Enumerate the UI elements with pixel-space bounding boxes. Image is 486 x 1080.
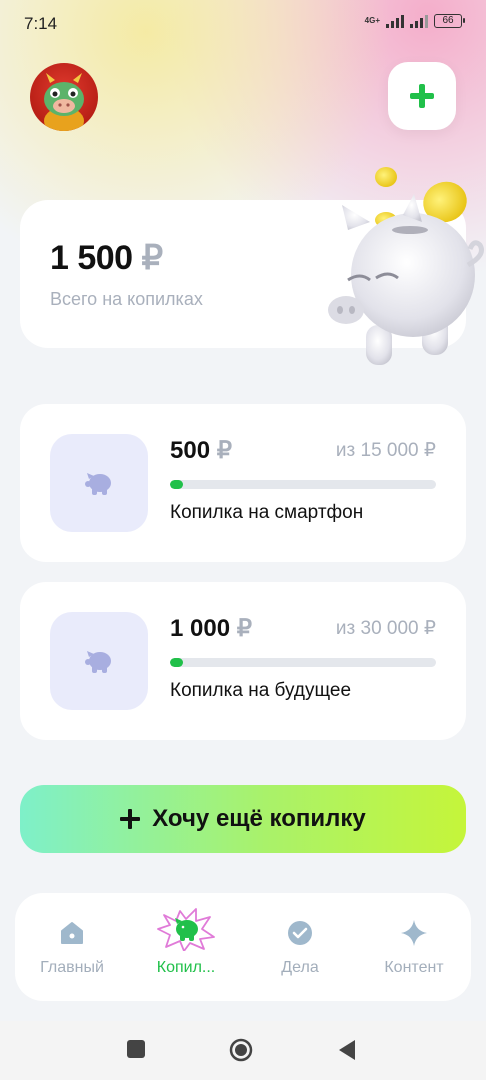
total-currency: ₽ <box>141 239 164 277</box>
signal-icon <box>386 14 404 28</box>
back-icon[interactable] <box>337 1039 357 1061</box>
status-bar: 7:14 4G+ 66 <box>0 0 486 48</box>
dragon-avatar-icon <box>44 73 84 131</box>
piggy-goal: из 15 000 ₽ <box>335 440 436 461</box>
nav-label: Главный <box>40 959 104 976</box>
recent-apps-icon[interactable] <box>126 1039 146 1059</box>
piggy-currency: ₽ <box>216 437 232 464</box>
piggy-thumbnail <box>50 612 148 710</box>
progress-fill <box>170 480 184 489</box>
cta-label: Хочу ещё копилку <box>152 805 366 832</box>
status-icons: 4G+ 66 <box>364 14 465 28</box>
signal-icon-secondary <box>410 14 428 28</box>
bottom-navigation: Главный Копил... Дела Контент <box>15 893 471 1001</box>
check-circle-icon <box>287 919 313 947</box>
piggy-bank-icon <box>85 473 111 495</box>
piggy-bank-icon <box>156 908 216 951</box>
progress-bar <box>170 658 436 667</box>
nav-label: Дела <box>281 959 319 976</box>
home-icon <box>59 919 85 947</box>
piggy-card[interactable]: 1 000 ₽ из 30 000 ₽ Копилка на будущее <box>20 582 466 740</box>
piggy-amount: 500 ₽ <box>170 436 232 465</box>
network-type: 4G+ <box>364 16 380 25</box>
piggy-bank-illustration <box>328 167 484 365</box>
sparkle-icon <box>400 919 428 947</box>
plus-icon <box>120 809 141 829</box>
piggy-amount-value: 500 <box>170 437 211 464</box>
home-button-icon[interactable] <box>229 1038 253 1062</box>
piggy-name: Копилка на будущее <box>170 680 352 701</box>
piggy-card[interactable]: 500 ₽ из 15 000 ₽ Копилка на смартфон <box>20 404 466 562</box>
nav-label: Контент <box>384 959 444 976</box>
total-amount-value: 1 500 <box>50 239 133 277</box>
nav-item-tasks[interactable]: Дела <box>243 893 357 1001</box>
piggy-goal: из 30 000 ₽ <box>335 618 436 639</box>
piggy-currency: ₽ <box>236 615 253 642</box>
total-label: Всего на копилках <box>50 289 203 309</box>
plus-icon <box>410 84 434 108</box>
battery-icon: 66 <box>434 14 465 28</box>
nav-label: Копил... <box>156 959 216 976</box>
nav-item-home[interactable]: Главный <box>15 893 129 1001</box>
add-piggy-button[interactable] <box>388 62 456 130</box>
piggy-thumbnail <box>50 434 148 532</box>
piggy-name: Копилка на смартфон <box>170 502 364 523</box>
avatar[interactable] <box>30 63 98 131</box>
piggy-amount: 1 000 ₽ <box>170 614 252 643</box>
piggy-amount-value: 1 000 <box>170 615 231 642</box>
system-navigation-bar <box>0 1021 486 1080</box>
piggy-bank-icon <box>85 651 111 673</box>
nav-item-content[interactable]: Контент <box>357 893 471 1001</box>
nav-item-piggies[interactable]: Копил... <box>129 893 243 1001</box>
total-amount: 1 500 ₽ <box>50 238 163 278</box>
progress-bar <box>170 480 436 489</box>
status-time: 7:14 <box>24 14 58 33</box>
add-another-piggy-button[interactable]: Хочу ещё копилку <box>20 785 466 853</box>
progress-fill <box>170 658 184 667</box>
